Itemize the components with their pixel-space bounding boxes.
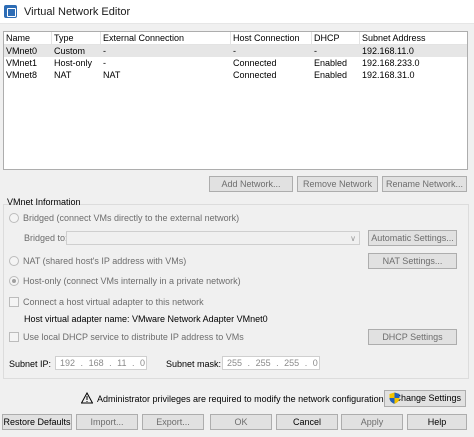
cell-type: Custom <box>54 46 86 56</box>
nat-radio[interactable] <box>9 256 19 266</box>
apply-button[interactable]: Apply <box>341 414 403 430</box>
cell-name: VMnet1 <box>6 58 38 68</box>
cell-dhcp: Enabled <box>314 58 348 68</box>
import-button[interactable]: Import... <box>76 414 138 430</box>
cell-external-connection: NAT <box>103 70 121 80</box>
cell-dhcp: - <box>314 46 317 56</box>
vmware-app-icon <box>4 5 17 18</box>
subnet-mask-label: Subnet mask: <box>166 359 222 369</box>
nat-settings-button[interactable]: NAT Settings... <box>368 253 457 269</box>
cancel-button[interactable]: Cancel <box>276 414 338 430</box>
vmnet-information-title: VMnet Information <box>7 197 81 207</box>
chevron-down-icon: ∨ <box>350 234 356 243</box>
subnet-mask-octet: 0 <box>312 358 318 368</box>
connect-adapter-checkbox[interactable] <box>9 297 19 307</box>
column-header-host-connection[interactable]: Host Connection <box>231 32 312 45</box>
admin-message: Administrator privileges are required to… <box>97 394 387 404</box>
subnet-mask-octet: 255 <box>227 358 243 368</box>
bridged-radio[interactable] <box>9 213 19 223</box>
automatic-settings-button[interactable]: Automatic Settings... <box>368 230 457 246</box>
table-header: Name Type External Connection Host Conne… <box>4 32 467 45</box>
rename-network-button[interactable]: Rename Network... <box>382 176 467 192</box>
dhcp-settings-button[interactable]: DHCP Settings <box>368 329 457 345</box>
column-header-external-connection[interactable]: External Connection <box>101 32 231 45</box>
title-bar[interactable]: Virtual Network Editor <box>0 0 474 24</box>
column-header-name[interactable]: Name <box>4 32 52 45</box>
subnet-ip-octet: 192 <box>60 358 76 368</box>
table-row[interactable]: VMnet1 Host-only - Connected Enabled 192… <box>4 57 467 69</box>
restore-defaults-button[interactable]: Restore Defaults <box>2 414 72 430</box>
window-title: Virtual Network Editor <box>24 6 131 18</box>
subnet-mask-octet: 255 <box>284 358 300 368</box>
cell-host-connection: - <box>233 46 236 56</box>
network-table[interactable]: Name Type External Connection Host Conne… <box>3 31 468 170</box>
add-network-button[interactable]: Add Network... <box>209 176 293 192</box>
bridged-label: Bridged (connect VMs directly to the ext… <box>23 213 240 223</box>
host-only-label: Host-only (connect VMs internally in a p… <box>23 276 241 286</box>
bridged-to-select[interactable]: ∨ <box>66 231 360 245</box>
column-header-type[interactable]: Type <box>52 32 101 45</box>
cell-external-connection: - <box>103 46 106 56</box>
cell-dhcp: Enabled <box>314 70 348 80</box>
admin-shield-icon <box>389 392 400 404</box>
dhcp-label: Use local DHCP service to distribute IP … <box>23 332 244 342</box>
cell-type: Host-only <box>54 58 93 68</box>
cell-name: VMnet8 <box>6 70 38 80</box>
subnet-ip-octet: 168 <box>88 358 104 368</box>
cell-subnet-address: 192.168.233.0 <box>362 58 420 68</box>
cell-type: NAT <box>54 70 72 80</box>
subnet-mask-octet: 255 <box>255 358 271 368</box>
host-only-radio[interactable] <box>9 276 19 286</box>
column-header-subnet-address[interactable]: Subnet Address <box>360 32 467 45</box>
subnet-mask-field[interactable]: 255 . 255 . 255 . 0 <box>222 356 320 370</box>
subnet-ip-octet: 11 <box>117 358 127 368</box>
column-header-dhcp[interactable]: DHCP <box>312 32 360 45</box>
cell-external-connection: - <box>103 58 106 68</box>
bridged-to-label: Bridged to: <box>24 233 68 243</box>
help-button[interactable]: Help <box>407 414 467 430</box>
dhcp-checkbox[interactable] <box>9 332 19 342</box>
cell-name: VMnet0 <box>6 46 38 56</box>
subnet-ip-field[interactable]: 192 . 168 . 11 . 0 <box>55 356 147 370</box>
subnet-ip-label: Subnet IP: <box>9 359 52 369</box>
connect-adapter-label: Connect a host virtual adapter to this n… <box>23 297 204 307</box>
warning-icon <box>81 392 93 404</box>
export-button[interactable]: Export... <box>142 414 204 430</box>
ok-button[interactable]: OK <box>210 414 272 430</box>
cell-host-connection: Connected <box>233 58 277 68</box>
cell-subnet-address: 192.168.11.0 <box>362 46 414 56</box>
change-settings-label: Change Settings <box>394 393 461 403</box>
cell-host-connection: Connected <box>233 70 277 80</box>
table-row[interactable]: VMnet8 NAT NAT Connected Enabled 192.168… <box>4 69 467 81</box>
nat-label: NAT (shared host's IP address with VMs) <box>23 256 187 266</box>
adapter-name-text: Host virtual adapter name: VMware Networ… <box>24 314 268 324</box>
subnet-ip-octet: 0 <box>140 358 146 368</box>
table-row[interactable]: VMnet0 Custom - - - 192.168.11.0 <box>4 45 467 57</box>
cell-subnet-address: 192.168.31.0 <box>362 70 415 80</box>
remove-network-button[interactable]: Remove Network <box>297 176 378 192</box>
